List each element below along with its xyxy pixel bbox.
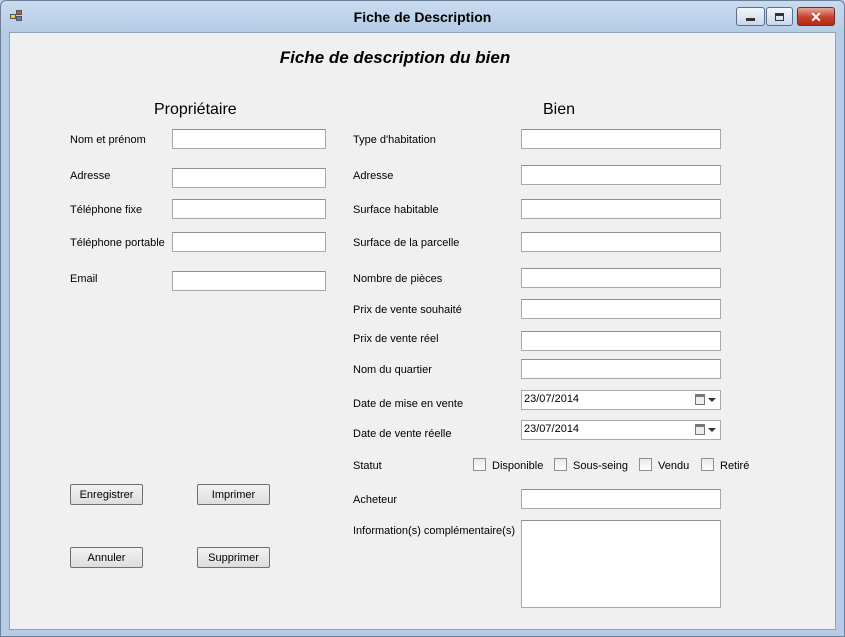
chevron-down-icon[interactable] [708,398,716,402]
status-disponible-label[interactable]: Disponible [492,460,543,472]
listing-date-picker[interactable]: 23/07/2014 [521,390,721,410]
sale-date-picker[interactable]: 23/07/2014 [521,420,721,440]
sale-date-value: 23/07/2014 [524,423,580,435]
plot-area-field[interactable] [521,232,721,252]
owner-phone-label: Téléphone fixe [70,204,143,216]
status-retire-checkbox[interactable] [701,458,714,471]
status-label: Statut [353,460,382,472]
owner-name-label: Nom et prénom [70,134,146,146]
sale-date-label: Date de vente réelle [353,428,452,440]
print-button[interactable]: Imprimer [197,484,270,505]
property-type-label: Type d'habitation [353,134,436,146]
info-textarea[interactable] [521,520,721,608]
status-disponible-checkbox[interactable] [473,458,486,471]
buyer-label: Acheteur [353,494,398,506]
close-icon: ✕ [810,8,822,25]
owner-email-field[interactable] [172,271,326,291]
maximize-icon [775,12,784,21]
form-heading: Fiche de description du bien [279,48,511,67]
status-sous-seing-checkbox[interactable] [554,458,567,471]
form-client-area: Fiche de description du bien Propriétair… [9,32,836,630]
listing-date-value: 23/07/2014 [524,393,580,405]
status-vendu-checkbox[interactable] [639,458,652,471]
owner-name-field[interactable] [172,129,326,149]
calendar-icon [695,424,705,435]
listing-date-label: Date de mise en vente [353,398,464,410]
property-section-title: Bien [543,101,576,118]
status-sous-seing-label[interactable]: Sous-seing [573,460,628,472]
close-button[interactable]: ✕ [797,7,835,26]
living-area-label: Surface habitable [353,204,439,216]
owner-mobile-label: Téléphone portable [70,237,165,249]
owner-address-field[interactable] [172,168,326,188]
plot-area-label: Surface de la parcelle [353,237,460,249]
property-address-label: Adresse [353,170,394,182]
property-address-field[interactable] [521,165,721,185]
owner-address-label: Adresse [70,170,111,182]
window-title: Fiche de Description [353,9,492,25]
calendar-icon [695,394,705,405]
chevron-down-icon[interactable] [708,428,716,432]
owner-section-title: Propriétaire [154,101,237,118]
living-area-field[interactable] [521,199,721,219]
status-vendu-label[interactable]: Vendu [658,460,689,472]
district-label: Nom du quartier [353,364,432,376]
real-price-field[interactable] [521,331,721,351]
owner-email-label: Email [70,273,98,285]
owner-mobile-field[interactable] [172,232,326,252]
owner-phone-field[interactable] [172,199,326,219]
minimize-icon [746,18,755,21]
status-retire-label[interactable]: Retiré [720,460,749,472]
real-price-label: Prix de vente réel [353,333,439,345]
cancel-button[interactable]: Annuler [70,547,143,568]
delete-button[interactable]: Supprimer [197,547,270,568]
district-field[interactable] [521,359,721,379]
save-button[interactable]: Enregistrer [70,484,143,505]
desired-price-label: Prix de vente souhaité [353,304,462,316]
desired-price-field[interactable] [521,299,721,319]
rooms-field[interactable] [521,268,721,288]
maximize-button[interactable] [766,7,793,26]
info-label: Information(s) complémentaire(s) [353,525,515,537]
property-type-field[interactable] [521,129,721,149]
minimize-button[interactable] [736,7,765,26]
main-window: Fiche de Description ✕ Fiche de descript… [0,0,845,637]
title-bar[interactable]: Fiche de Description ✕ [1,1,844,33]
rooms-label: Nombre de pièces [353,273,443,285]
buyer-field[interactable] [521,489,721,509]
